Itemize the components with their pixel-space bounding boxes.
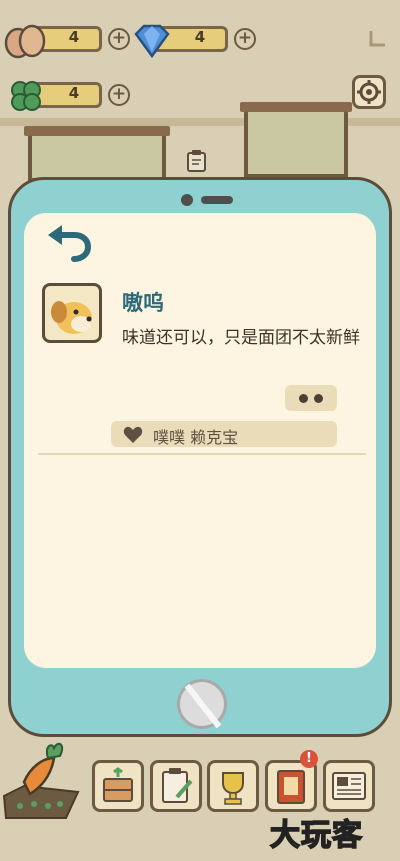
diamond-icon <box>134 24 170 59</box>
dot-icon <box>314 394 323 403</box>
gear-icon <box>357 80 381 104</box>
carrot-garden-icon[interactable] <box>0 740 82 820</box>
board-rail <box>24 126 170 136</box>
more-options-button[interactable] <box>285 385 337 411</box>
watermark: 大玩客 <box>269 817 363 854</box>
add-diamond-button[interactable]: + <box>234 28 256 50</box>
dog-avatar-icon <box>51 301 92 334</box>
phone-screen: 嗷呜 味道还可以，只是面团不太新鲜 噗噗 赖克宝 <box>24 213 376 668</box>
egg-resource: 4 + <box>4 22 134 59</box>
diamond-resource: 4 + <box>130 22 260 59</box>
newspaper-button[interactable] <box>323 760 375 812</box>
clover-count: 4 <box>68 84 80 102</box>
egg-count: 4 <box>68 28 80 46</box>
phone-dialog: 嗷呜 味道还可以，只是面团不太新鲜 噗噗 赖克宝 <box>8 177 392 737</box>
sender-name: 嗷呜 <box>122 291 164 315</box>
note-icon[interactable] <box>184 148 210 174</box>
window-board <box>240 102 352 178</box>
bulletin-board <box>24 126 170 182</box>
phone-speaker <box>201 196 233 204</box>
back-arrow-icon[interactable] <box>44 223 92 263</box>
trophy-icon <box>222 772 244 805</box>
phone-camera <box>181 194 193 206</box>
notes-button[interactable] <box>150 760 202 812</box>
clover-icon <box>11 81 41 111</box>
diamond-count: 4 <box>194 28 206 46</box>
settings-button[interactable] <box>352 75 386 109</box>
message-text: 味道还可以，只是面团不太新鲜 <box>122 328 360 348</box>
clover-resource: 4 + <box>4 78 134 111</box>
notification-badge: ! <box>300 750 318 768</box>
egg-icon <box>4 24 46 59</box>
book-icon <box>277 770 305 804</box>
post-divider <box>38 453 366 455</box>
liked-by-names: 噗噗 赖克宝 <box>153 428 239 447</box>
cabinet-icon <box>103 767 133 802</box>
likes-bar: 噗噗 赖克宝 <box>111 421 337 447</box>
add-clover-button[interactable]: + <box>108 84 130 106</box>
home-button[interactable] <box>177 679 227 729</box>
corner-bracket-icon <box>369 31 385 47</box>
heart-icon <box>123 426 143 443</box>
avatar[interactable] <box>42 283 102 343</box>
cabinet-button[interactable] <box>92 760 144 812</box>
board-rail <box>240 102 352 112</box>
clipboard-icon <box>162 768 193 803</box>
trophy-button[interactable] <box>207 760 259 812</box>
newspaper-icon <box>332 772 366 800</box>
add-egg-button[interactable]: + <box>108 28 130 50</box>
dot-icon <box>299 394 308 403</box>
